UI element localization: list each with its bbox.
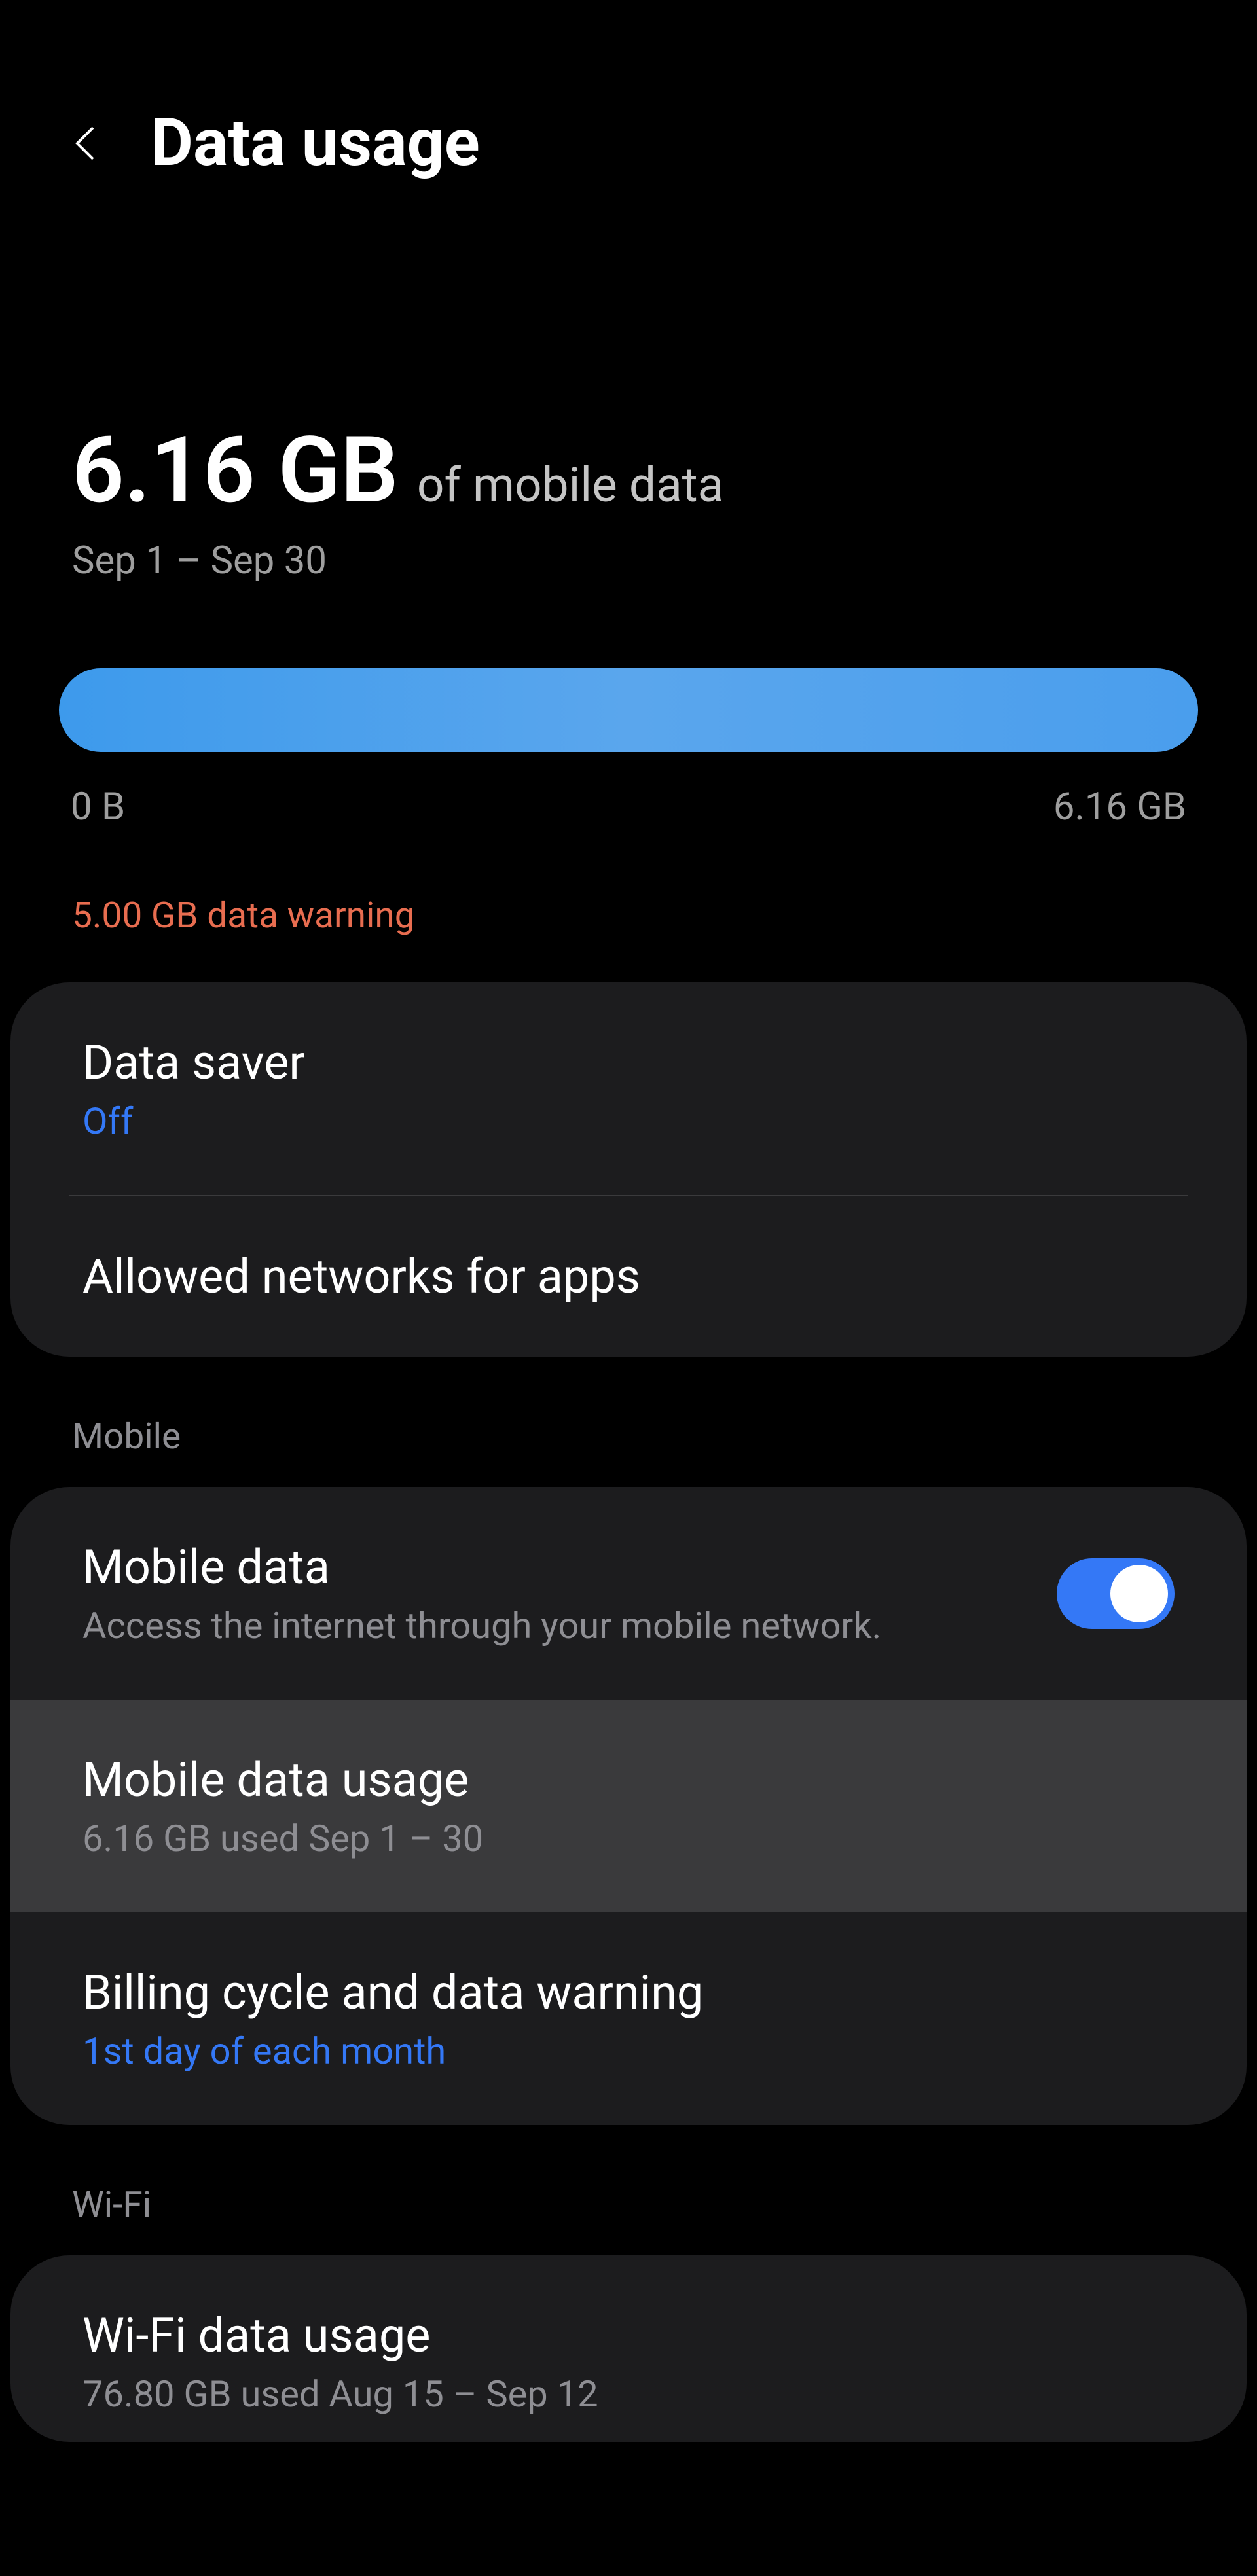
page-title: Data usage [151,105,480,181]
progress-min: 0 B [71,785,125,829]
mobile-data-toggle[interactable] [1057,1558,1175,1629]
back-icon[interactable] [65,124,105,163]
settings-card-1: Data saver Off Allowed networks for apps [10,982,1247,1357]
header: Data usage [0,0,1257,221]
wifi-data-usage-subtitle: 76.80 GB used Aug 15 – Sep 12 [82,2372,1175,2416]
wifi-section-label: Wi-Fi [0,2125,1257,2255]
usage-summary: 6.16 GB of mobile data Sep 1 – Sep 30 [0,221,1257,622]
billing-cycle-row[interactable]: Billing cycle and data warning 1st day o… [10,1912,1247,2125]
mobile-data-usage-title: Mobile data usage [82,1752,1175,1808]
mobile-section-label: Mobile [0,1357,1257,1487]
mobile-data-usage-subtitle: 6.16 GB used Sep 1 – 30 [82,1817,1175,1860]
data-saver-row[interactable]: Data saver Off [10,982,1247,1195]
wifi-card: Wi-Fi data usage 76.80 GB used Aug 15 – … [10,2255,1247,2442]
usage-amount: 6.16 GB [72,417,399,524]
mobile-data-subtitle: Access the internet through your mobile … [82,1604,1057,1647]
usage-period: Sep 1 – Sep 30 [72,539,1198,583]
progress-section: 0 B 6.16 GB [0,622,1257,862]
usage-of-text: of mobile data [417,457,724,513]
billing-cycle-title: Billing cycle and data warning [82,1965,1175,2020]
mobile-card: Mobile data Access the internet through … [10,1487,1247,2125]
mobile-data-title: Mobile data [82,1539,1057,1595]
data-saver-title: Data saver [82,1035,1175,1090]
data-warning-text: 5.00 GB data warning [0,862,1257,982]
toggle-thumb [1110,1565,1168,1622]
wifi-data-usage-title: Wi-Fi data usage [82,2308,1175,2363]
progress-max: 6.16 GB [1053,785,1186,829]
progress-bar [59,668,1198,752]
allowed-networks-row[interactable]: Allowed networks for apps [10,1196,1247,1357]
data-saver-status: Off [82,1100,1175,1143]
wifi-data-usage-row[interactable]: Wi-Fi data usage 76.80 GB used Aug 15 – … [10,2255,1247,2442]
allowed-networks-title: Allowed networks for apps [82,1249,1175,1304]
mobile-data-usage-row[interactable]: Mobile data usage 6.16 GB used Sep 1 – 3… [10,1700,1247,1912]
billing-cycle-subtitle: 1st day of each month [82,2030,1175,2073]
mobile-data-row[interactable]: Mobile data Access the internet through … [10,1487,1247,1700]
